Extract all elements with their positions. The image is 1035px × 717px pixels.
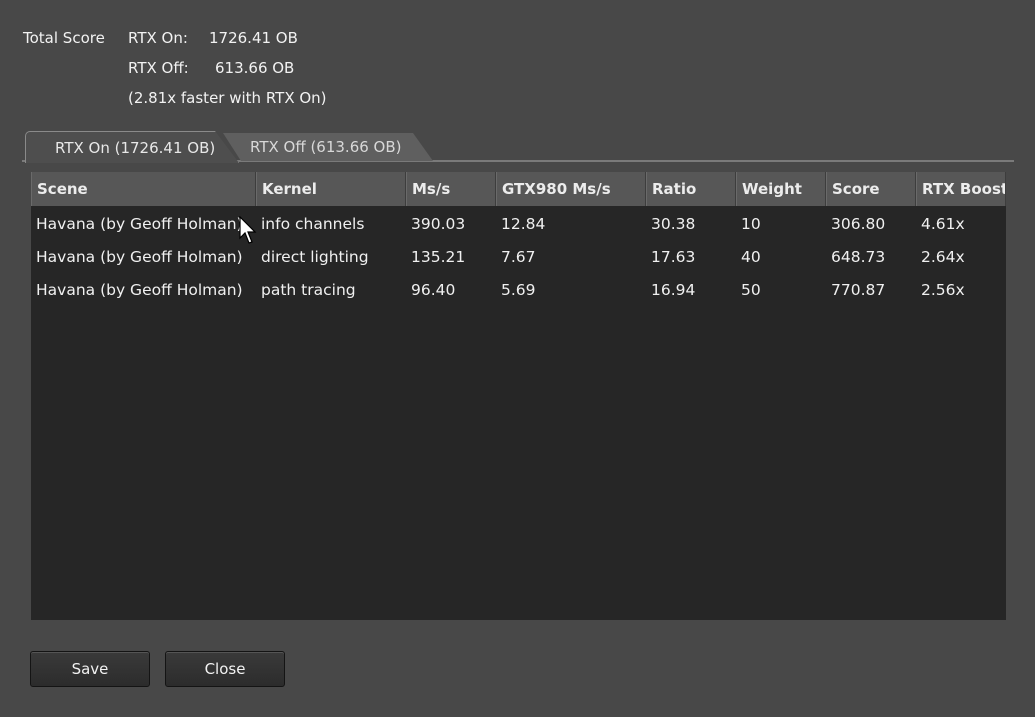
table-cell: 306.80 [831,215,886,233]
tab-rtx-off-label: RTX Off (613.66 OB) [250,138,402,156]
tab-rtx-on[interactable]: RTX On (1726.41 OB) [25,131,239,163]
table-cell: 135.21 [411,248,466,266]
table-cell: 50 [741,281,761,299]
table-cell: Havana (by Geoff Holman) [36,248,243,266]
table-cell: direct lighting [261,248,369,266]
column-header[interactable]: Scene [31,172,256,206]
tab-bar: RTX Off (613.66 OB) RTX On (1726.41 OB) [0,0,1035,165]
rtx-off-score: RTX Off: 613.66 OB [128,58,294,78]
table-cell: 2.56x [921,281,965,299]
tab-rtx-on-label: RTX On (1726.41 OB) [55,139,216,157]
table-cell: Havana (by Geoff Holman) [36,281,243,299]
column-header[interactable]: Weight [736,172,826,206]
tab-rtx-off[interactable]: RTX Off (613.66 OB) [223,133,433,161]
table-cell: 16.94 [651,281,696,299]
column-header[interactable]: RTX Boost [916,172,1006,206]
results-table: Scene Kernel Ms/s GTX980 Ms/s Ratio Weight Sco… [31,172,1006,620]
table-cell: info channels [261,215,365,233]
column-header[interactable]: GTX980 Ms/s [496,172,646,206]
rtx-off-value: 613.66 OB [215,59,295,77]
table-cell: 96.40 [411,281,456,299]
table-cell: 30.38 [651,215,696,233]
table-cell: Havana (by Geoff Holman) [36,215,243,233]
column-header[interactable]: Score [826,172,916,206]
table-cell: 648.73 [831,248,886,266]
total-score-label: Total Score [23,29,105,47]
table-cell: 7.67 [501,248,536,266]
column-header[interactable]: Ms/s [406,172,496,206]
save-button[interactable]: Save [30,651,150,687]
table-cell: 770.87 [831,281,886,299]
table-row[interactable]: Havana (by Geoff Holman) direct lighting 1… [31,241,1006,274]
column-header[interactable]: Kernel [256,172,406,206]
mouse-pointer-icon [239,215,259,250]
table-header: Scene Kernel Ms/s GTX980 Ms/s Ratio Weight Sco… [31,172,1006,206]
rtx-on-score: RTX On: 1726.41 OB [128,28,298,48]
rtx-on-value: 1726.41 OB [209,29,298,47]
speedup-text: (2.81x faster with RTX On) [128,89,327,107]
column-header[interactable]: Ratio [646,172,736,206]
table-cell: 40 [741,248,761,266]
rtx-on-label: RTX On: [128,29,188,47]
table-cell: 390.03 [411,215,466,233]
table-cell: 12.84 [501,215,546,233]
rtx-off-label: RTX Off: [128,59,189,77]
table-cell: 17.63 [651,248,696,266]
table-cell: 5.69 [501,281,536,299]
table-row[interactable]: Havana (by Geoff Holman) path tracing 96.4… [31,274,1006,307]
table-cell: 10 [741,215,761,233]
table-cell: 2.64x [921,248,965,266]
close-button[interactable]: Close [165,651,285,687]
table-row[interactable]: Havana (by Geoff Holman) info channels 390… [31,208,1006,241]
table-cell: path tracing [261,281,356,299]
table-cell: 4.61x [921,215,965,233]
